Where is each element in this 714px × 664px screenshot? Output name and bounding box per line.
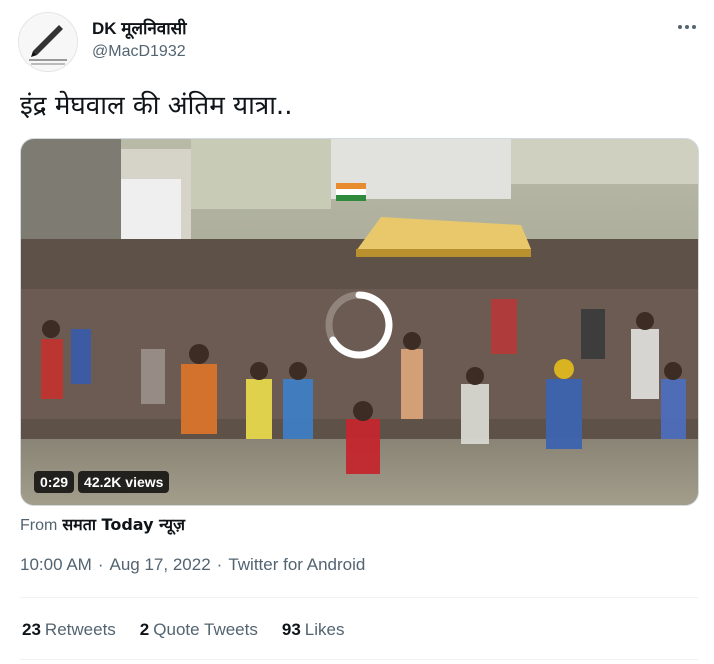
retweets-label: Retweets [44, 620, 116, 639]
author-name[interactable]: DK मूलनिवासी [92, 16, 187, 39]
tweet-time-link[interactable]: 10:00 AM [20, 555, 92, 574]
avatar[interactable] [18, 12, 78, 72]
likes-label: Likes [304, 620, 345, 639]
tweet-client-link[interactable]: Twitter for Android [228, 555, 365, 574]
quote-tweets-label: Quote Tweets [153, 620, 258, 639]
divider [20, 659, 698, 660]
retweets-count: 23 [22, 620, 41, 639]
meta-separator: · [216, 555, 223, 574]
engagement-stats: 23 Retweets 2 Quote Tweets 93 Likes [22, 620, 344, 640]
more-horizontal-icon [678, 25, 696, 29]
video-duration: 0:29 [34, 471, 75, 493]
meta-separator: · [97, 555, 104, 574]
retweets-stat[interactable]: 23 Retweets [22, 620, 116, 640]
video-badges: 0:29 42.2K views [34, 471, 170, 493]
tweet-date-link[interactable]: Aug 17, 2022 [110, 555, 211, 574]
author-handle[interactable]: @MacD1932 [92, 43, 186, 61]
likes-count: 93 [281, 620, 301, 639]
more-options-button[interactable] [674, 14, 700, 40]
quote-tweets-count: 2 [139, 620, 150, 639]
source-prefix: From [20, 517, 58, 534]
quote-tweets-stat[interactable]: 2 Quote Tweets [140, 620, 258, 640]
divider [20, 597, 698, 598]
video-views: 42.2K views [78, 471, 170, 493]
video-player[interactable]: 0:29 42.2K views [20, 138, 699, 506]
tweet-text: इंद्र मेघवाल की अंतिम यात्रा.. [20, 91, 293, 121]
likes-stat[interactable]: 93 Likes [282, 620, 345, 640]
source-link[interactable]: समता Today न्यूज़ [62, 515, 185, 534]
tweet-meta: 10:00 AM · Aug 17, 2022 · Twitter for Androi… [20, 555, 365, 575]
loading-spinner-icon [325, 291, 393, 359]
avatar-image [19, 13, 77, 71]
source-attribution: From समता Today न्यूज़ [20, 513, 185, 535]
